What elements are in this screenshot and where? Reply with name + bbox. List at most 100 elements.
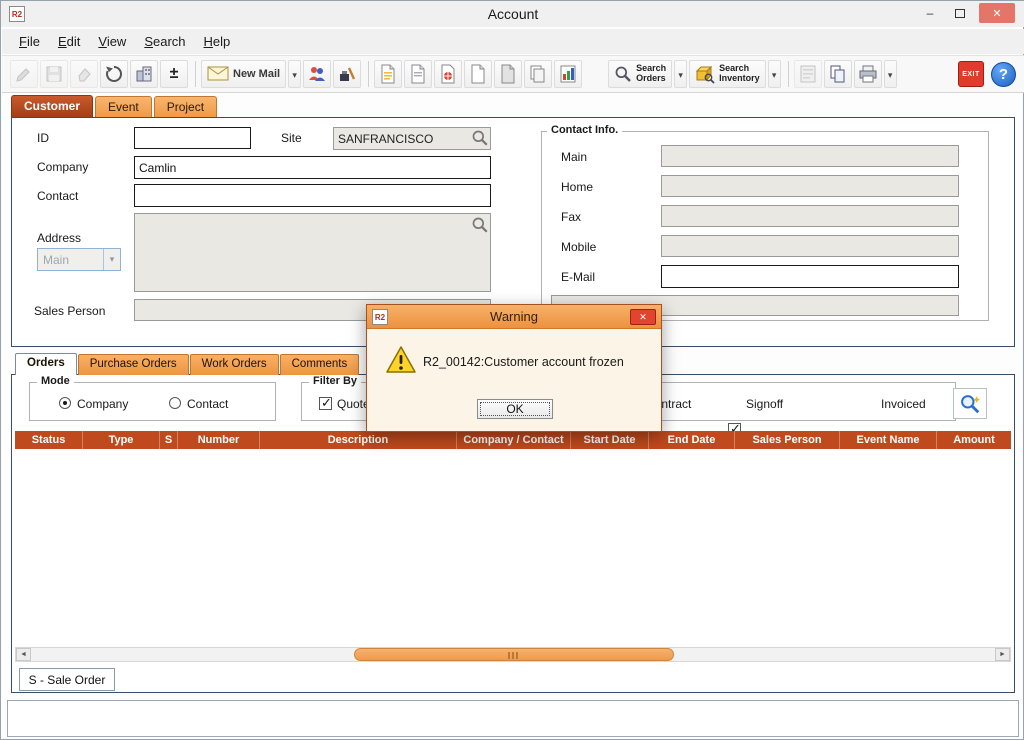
warning-triangle-icon <box>385 345 417 375</box>
new-mail-button[interactable]: New Mail <box>201 60 286 88</box>
tab-customer[interactable]: Customer <box>11 95 93 117</box>
site-label: Site <box>281 131 302 145</box>
report-button[interactable] <box>554 60 582 88</box>
printer-icon <box>858 64 878 84</box>
menu-file[interactable]: File <box>10 31 49 52</box>
contact-info-title: Contact Info. <box>547 124 622 136</box>
blank-document-button[interactable] <box>464 60 492 88</box>
dialog-ok-button[interactable]: OK <box>477 399 553 419</box>
search-orders-line2: Orders <box>636 74 666 84</box>
document-button[interactable] <box>404 60 432 88</box>
tab-work-orders[interactable]: Work Orders <box>190 354 279 375</box>
close-button[interactable]: ✕ <box>979 3 1015 23</box>
scrollbar-thumb[interactable] <box>354 648 674 661</box>
dialog-titlebar[interactable]: R2 Warning ✕ <box>367 305 661 329</box>
address-type-value: Main <box>38 253 103 267</box>
refresh-button[interactable] <box>100 60 128 88</box>
site-search-icon[interactable] <box>471 129 489 147</box>
col-sales-person[interactable]: Sales Person <box>735 431 840 449</box>
address-search-icon[interactable] <box>471 216 489 234</box>
documents-stack-button[interactable] <box>524 60 552 88</box>
menu-help[interactable]: Help <box>195 31 240 52</box>
readonly-document-button[interactable] <box>494 60 522 88</box>
company-label: Company <box>37 160 88 174</box>
menu-edit[interactable]: Edit <box>49 31 89 52</box>
blank-document-icon <box>470 64 486 84</box>
contact-input[interactable] <box>134 184 491 207</box>
horizontal-scrollbar[interactable] <box>15 647 1011 662</box>
new-mail-dropdown[interactable] <box>288 60 301 88</box>
signature-button[interactable] <box>333 60 361 88</box>
dialog-close-button[interactable]: ✕ <box>630 309 656 325</box>
minimize-button[interactable]: – <box>917 3 943 23</box>
tab-purchase-orders[interactable]: Purchase Orders <box>78 354 189 375</box>
save-button <box>40 60 68 88</box>
users-icon <box>307 64 327 84</box>
print-button[interactable] <box>854 60 882 88</box>
phone-main-field <box>661 145 959 167</box>
email-input[interactable] <box>661 265 959 288</box>
col-company-contact[interactable]: Company / Contact <box>457 431 571 449</box>
col-description[interactable]: Description <box>260 431 457 449</box>
toolbar-separator <box>368 61 369 87</box>
help-button[interactable]: ? <box>991 62 1016 87</box>
filter-quote-checkbox[interactable] <box>319 397 332 410</box>
tab-comments[interactable]: Comments <box>280 354 360 375</box>
address-label: Address <box>37 231 81 245</box>
copy-button[interactable] <box>824 60 852 88</box>
col-status[interactable]: Status <box>15 431 83 449</box>
save-icon <box>44 64 64 84</box>
orders-table-body <box>15 449 1011 647</box>
print-dropdown[interactable] <box>884 60 897 88</box>
mail-icon <box>207 66 229 82</box>
maximize-icon <box>955 9 965 18</box>
web-document-button[interactable] <box>434 60 462 88</box>
web-document-icon <box>440 64 456 84</box>
menu-search[interactable]: Search <box>135 31 194 52</box>
search-inventory-label: Search Inventory <box>719 64 760 84</box>
site-field: SANFRANCISCO <box>333 127 491 150</box>
menubar: File Edit View Search Help <box>2 29 1024 54</box>
delete-button <box>70 60 98 88</box>
contact-label: Contact <box>37 189 78 203</box>
search-inventory-dropdown[interactable] <box>768 60 781 88</box>
contacts-button[interactable] <box>303 60 331 88</box>
exit-button[interactable]: EXIT <box>958 61 984 87</box>
filter-quote-label: Quote <box>337 397 370 411</box>
tab-event[interactable]: Event <box>95 96 152 117</box>
scroll-right-button[interactable] <box>995 648 1010 661</box>
warning-dialog: R2 Warning ✕ R2_00142:Customer account f… <box>366 304 662 432</box>
site-button[interactable] <box>130 60 158 88</box>
company-input[interactable] <box>134 156 491 179</box>
adjust-button[interactable] <box>160 60 188 88</box>
menu-view[interactable]: View <box>89 31 135 52</box>
search-inventory-line2: Inventory <box>719 74 760 84</box>
id-input[interactable] <box>134 127 251 149</box>
scroll-left-button[interactable] <box>16 648 31 661</box>
col-start-date[interactable]: Start Date <box>571 431 649 449</box>
sales-person-label: Sales Person <box>34 304 105 318</box>
dialog-message: R2_00142:Customer account frozen <box>423 355 624 369</box>
search-orders-button[interactable]: Search Orders <box>608 60 672 88</box>
filter-invoiced-label: Invoiced <box>881 397 926 411</box>
search-inventory-button[interactable]: Search Inventory <box>689 60 766 88</box>
scrollbar-track[interactable] <box>31 648 995 661</box>
col-end-date[interactable]: End Date <box>649 431 735 449</box>
col-type[interactable]: Type <box>83 431 160 449</box>
col-event-name[interactable]: Event Name <box>840 431 937 449</box>
tab-project[interactable]: Project <box>154 96 217 117</box>
tab-orders[interactable]: Orders <box>15 353 77 375</box>
status-bar <box>7 700 1019 737</box>
maximize-button[interactable] <box>947 3 973 23</box>
titlebar[interactable]: R2 Account – ✕ <box>1 1 1024 27</box>
search-orders-dropdown[interactable] <box>674 60 687 88</box>
col-s[interactable]: S <box>160 431 178 449</box>
col-number[interactable]: Number <box>178 431 260 449</box>
open-document-button[interactable] <box>374 60 402 88</box>
advanced-search-button[interactable] <box>953 388 987 419</box>
window-title: Account <box>1 6 1024 22</box>
col-amount[interactable]: Amount <box>937 431 1011 449</box>
mode-company-radio[interactable] <box>59 397 71 409</box>
report-chart-icon <box>559 64 577 84</box>
mode-contact-radio[interactable] <box>169 397 181 409</box>
